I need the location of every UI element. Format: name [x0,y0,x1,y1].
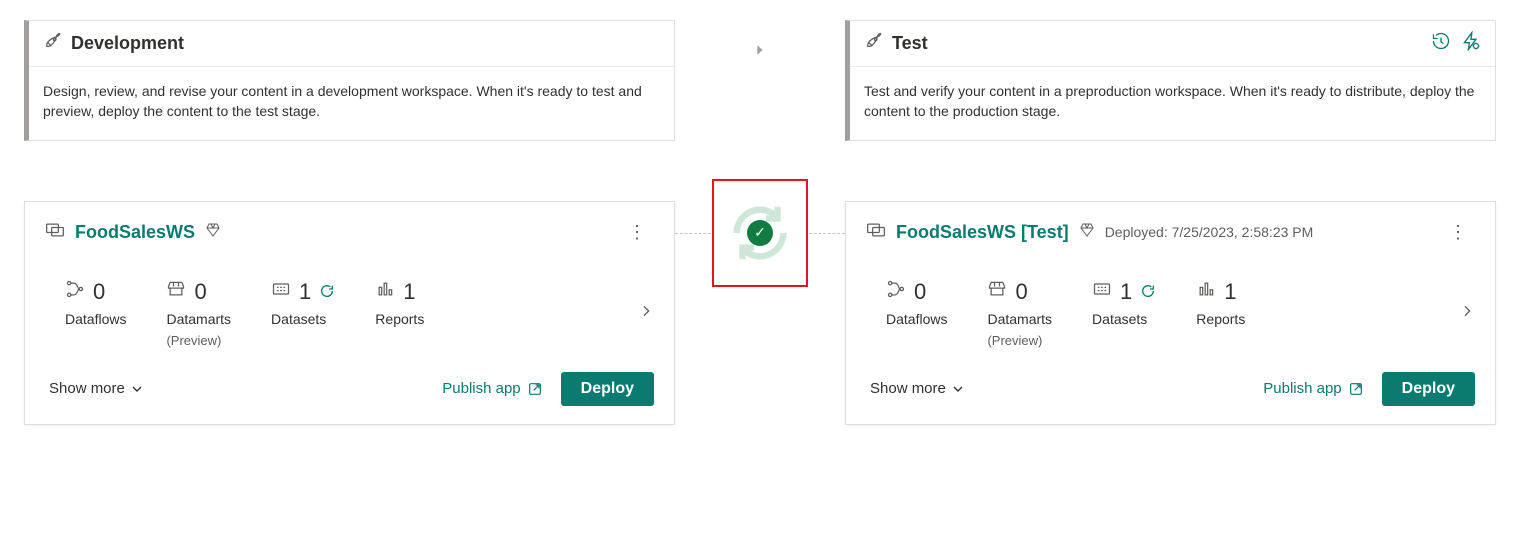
stat-label: Datasets [271,311,335,327]
stage-connector: ✓ [705,20,815,385]
workspace-icon [866,220,886,245]
stats-row-test: 0 Dataflows 0 Datamarts (Preview) 1 [846,251,1495,360]
stat-value: 0 [93,279,105,305]
refresh-icon[interactable] [1140,279,1156,305]
dataset-icon [271,279,291,305]
stage-header-card-test: Test Test and verify your content in a p… [845,20,1496,141]
stats-row-dev: 0 Dataflows 0 Datamarts (Preview) 1 [25,251,674,360]
stage-test: Test Test and verify your content in a p… [845,20,1496,425]
stage-header-card-dev: Development Design, review, and revise y… [24,20,675,141]
deploy-button[interactable]: Deploy [1382,372,1475,406]
stat-value: 0 [1015,279,1027,305]
premium-icon [1079,222,1095,243]
stage-description: Test and verify your content in a prepro… [850,67,1495,140]
stat-sublabel: (Preview) [166,333,231,348]
dataset-icon [1092,279,1112,305]
stat-value: 1 [1120,279,1132,305]
stat-value: 0 [194,279,206,305]
stat-label: Dataflows [65,311,126,327]
refresh-icon[interactable] [319,279,335,305]
stat-dataflows: 0 Dataflows [65,279,126,327]
rocket-icon [43,31,63,56]
stage-development: Development Design, review, and revise y… [24,20,675,425]
stage-title: Development [71,33,184,54]
workspace-card-test: FoodSalesWS [Test] Deployed: 7/25/2023, … [845,201,1496,425]
stat-label: Datamarts [987,311,1052,327]
report-icon [375,279,395,305]
stat-label: Reports [1196,311,1245,327]
pipeline: Development Design, review, and revise y… [24,20,1496,425]
stat-value: 1 [299,279,311,305]
chevron-right-icon [752,42,768,58]
workspace-head-test: FoodSalesWS [Test] Deployed: 7/25/2023, … [846,202,1495,251]
workspace-card-dev: FoodSalesWS ⋮ 0 Dataflows [24,201,675,425]
sync-icon: ✓ [725,198,795,268]
dataflow-icon [886,279,906,305]
rocket-icon [864,31,884,56]
stage-header-top-test: Test [850,21,1495,67]
workspace-head-dev: FoodSalesWS ⋮ [25,202,674,251]
show-more-button[interactable]: Show more [870,380,966,397]
history-icon[interactable] [1431,31,1451,56]
stat-value: 1 [403,279,415,305]
publish-app-link[interactable]: Publish app [1263,380,1363,397]
workspace-name-link[interactable]: FoodSalesWS [75,222,195,243]
deployed-timestamp: Deployed: 7/25/2023, 2:58:23 PM [1105,224,1314,240]
premium-icon [205,222,221,243]
more-menu-button[interactable]: ⋮ [1441,218,1475,247]
stage-description: Design, review, and revise your content … [29,67,674,140]
workspace-footer-test: Show more Publish app Deploy [846,360,1495,424]
stat-datamarts: 0 Datamarts (Preview) [166,279,231,348]
datamart-icon [987,279,1007,305]
stats-next-button[interactable] [1459,303,1475,324]
stats-next-button[interactable] [638,303,654,324]
stat-value: 1 [1224,279,1236,305]
show-more-button[interactable]: Show more [49,380,145,397]
publish-app-link[interactable]: Publish app [442,380,542,397]
stat-reports: 1 Reports [375,279,424,327]
datamart-icon [166,279,186,305]
workspace-icon [45,220,65,245]
stat-label: Datamarts [166,311,231,327]
check-icon: ✓ [747,220,773,246]
sync-status-highlight: ✓ [712,179,808,287]
stat-label: Reports [375,311,424,327]
stat-sublabel: (Preview) [987,333,1052,348]
stat-value: 0 [914,279,926,305]
dataflow-icon [65,279,85,305]
stat-datamarts: 0 Datamarts (Preview) [987,279,1052,348]
stat-datasets: 1 Datasets [271,279,335,327]
report-icon [1196,279,1216,305]
stat-datasets: 1 Datasets [1092,279,1156,327]
workspace-name-link[interactable]: FoodSalesWS [Test] [896,222,1069,243]
deploy-button[interactable]: Deploy [561,372,654,406]
stat-label: Dataflows [886,311,947,327]
workspace-footer-dev: Show more Publish app Deploy [25,360,674,424]
more-menu-button[interactable]: ⋮ [620,218,654,247]
stat-dataflows: 0 Dataflows [886,279,947,327]
settings-rules-icon[interactable] [1461,31,1481,56]
stage-header-top-dev: Development [29,21,674,67]
stage-title: Test [892,33,928,54]
stat-label: Datasets [1092,311,1156,327]
stat-reports: 1 Reports [1196,279,1245,327]
